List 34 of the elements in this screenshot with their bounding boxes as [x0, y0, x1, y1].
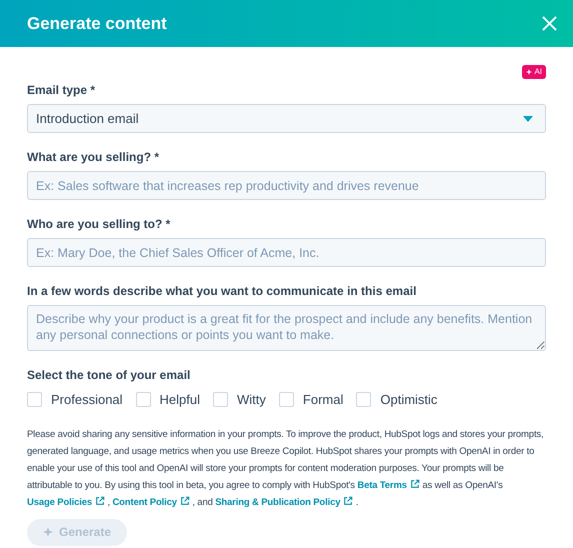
field-label: Who are you selling to? * — [27, 216, 172, 233]
field-label: In a few words describe what you want to communicate in this email — [27, 283, 418, 300]
checkbox[interactable] — [356, 392, 372, 408]
policy-link[interactable]: Sharing & Publication Policy — [215, 496, 354, 508]
disclaimer-text: Please avoid sharing any sensitive information in your prompts. To improve the product, HubSpot logs and stores your prompts, generated language, and usage metrics when you use Breeze Copilot. HubSpot shares your prompts with OpenAI in order to enable your use of this tool and OpenAI will store your prompts for content moderation purposes. Your prompts will be attributable to you. By using this tool in beta, you agree to comply with HubSpot's Beta Terms as well as OpenAI's Usage Policies , Content Policy , and Sharing & Publication Policy . — [27, 428, 545, 510]
field-label: What are you selling? * — [27, 149, 160, 166]
policy-link[interactable]: Content Policy — [112, 496, 190, 508]
checkbox-label: Helpful — [160, 391, 200, 409]
sparkle-icon — [526, 69, 532, 75]
text-field[interactable]: Ex: Sales software that increases rep productivity and drives revenue — [27, 171, 546, 200]
checkbox[interactable] — [213, 392, 228, 408]
email-type-dropdown[interactable]: Introduction email — [27, 104, 546, 133]
policy-link[interactable]: Usage Policies — [27, 496, 105, 508]
policy-link[interactable]: Beta Terms — [357, 480, 420, 490]
sparkle-icon — [43, 527, 53, 537]
checkbox-label: Professional — [51, 391, 123, 409]
ai-label: AI — [534, 66, 542, 78]
external-link-icon — [94, 496, 105, 506]
checkbox[interactable] — [136, 392, 151, 408]
field-label: Email type * — [27, 82, 96, 99]
external-link-icon — [410, 478, 420, 488]
dropdown-caret-icon — [523, 116, 533, 122]
external-link-icon — [343, 496, 354, 506]
dialog-title: Generate content — [27, 12, 167, 35]
checkbox[interactable] — [278, 392, 294, 408]
checkbox-label: Witty — [237, 391, 266, 409]
text-field[interactable]: Ex: Mary Doe, the Chief Sales Officer of Acme, Inc. — [27, 238, 546, 267]
message-field[interactable]: Describe why your product is a great fit for the prospect and include any benefits. Mention any personal connections or points you want to make. — [27, 305, 546, 351]
checkbox-label: Formal — [302, 391, 344, 409]
checkbox[interactable] — [27, 392, 42, 408]
checkbox-label: Optimistic — [380, 391, 438, 409]
close-icon — [542, 16, 556, 31]
external-link-icon — [180, 496, 190, 506]
field-label: Select the tone of your email — [27, 367, 192, 384]
